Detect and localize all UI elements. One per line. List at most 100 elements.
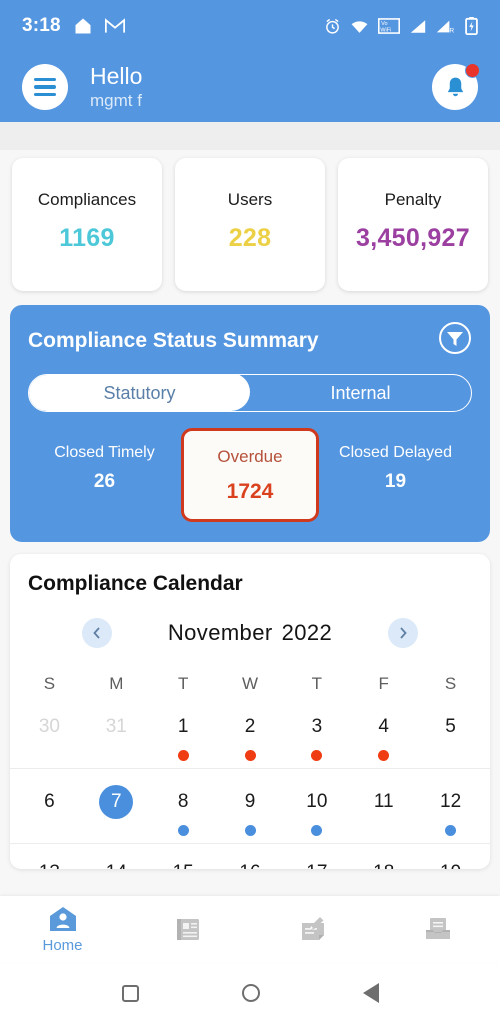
calendar-day-10[interactable]: 10 xyxy=(283,769,350,843)
nav-item-home[interactable]: Home xyxy=(0,904,125,954)
day-number: 5 xyxy=(445,716,456,737)
next-month-button[interactable] xyxy=(388,618,419,648)
scroll-content: Compliances 1169 Users 228 Penalty 3,450… xyxy=(0,150,500,896)
day-number: 30 xyxy=(38,716,60,737)
stat-card-penalty[interactable]: Penalty 3,450,927 xyxy=(338,158,488,291)
calendar-day-14[interactable]: 14 xyxy=(83,844,150,869)
compliance-calendar-card: Compliance Calendar November 2022 S M T … xyxy=(10,554,490,869)
filter-funnel-icon xyxy=(439,322,471,354)
day-dot-empty xyxy=(44,750,55,761)
weekday-3: W xyxy=(241,674,259,693)
day-number: 4 xyxy=(378,716,389,737)
recents-square-icon[interactable] xyxy=(121,984,139,1002)
phone-screen: 3:18 Vo WiFi R Hello mgmt f Compliances … xyxy=(0,0,500,1024)
chevron-left-icon xyxy=(93,627,100,639)
note-edit-icon xyxy=(301,917,324,940)
greeting-block: Hello mgmt f xyxy=(90,63,142,111)
compliance-type-toggle[interactable]: Statutory Internal xyxy=(28,374,472,412)
svg-text:WiFi: WiFi xyxy=(380,28,391,34)
day-number: 12 xyxy=(440,791,462,812)
weekday-0: S xyxy=(43,674,56,693)
signal-roaming-icon: R xyxy=(436,20,454,34)
inbox-tray-icon xyxy=(425,918,450,939)
calendar-day-19[interactable]: 19 xyxy=(417,844,484,869)
calendar-day-11[interactable]: 11 xyxy=(350,769,417,843)
stat-card-users[interactable]: Users 228 xyxy=(175,158,325,291)
day-number: 10 xyxy=(306,791,328,812)
home-circle-icon[interactable] xyxy=(241,984,260,1002)
calendar-day-4[interactable]: 4 xyxy=(350,694,417,768)
hamburger-icon xyxy=(34,77,56,97)
day-dot-empty xyxy=(445,750,456,761)
metric-value: 1724 xyxy=(226,479,274,503)
calendar-day-3[interactable]: 3 xyxy=(283,694,350,768)
calendar-week-row: 30 31 1 2 3 4 5 xyxy=(10,694,490,768)
calendar-day-1[interactable]: 1 xyxy=(150,694,217,768)
summary-title: Compliance Status Summary xyxy=(28,328,319,352)
back-triangle-icon[interactable] xyxy=(362,983,379,1003)
calendar-weekday-headers: SMTWTFS xyxy=(10,674,490,694)
calendar-day-17[interactable]: 17 xyxy=(283,844,350,869)
calendar-day-15[interactable]: 15 xyxy=(150,844,217,869)
calendar-weeks: 303112345678910111213141516171819 xyxy=(10,694,490,869)
metric-closed-delayed: Closed Delayed 19 xyxy=(319,428,472,493)
weekday-1: M xyxy=(109,674,124,693)
calendar-day-16[interactable]: 16 xyxy=(217,844,284,869)
day-number: 11 xyxy=(373,791,394,812)
calendar-month-nav: November 2022 xyxy=(10,618,490,648)
day-dot-red xyxy=(378,750,390,761)
menu-button[interactable] xyxy=(22,64,68,110)
day-number: 17 xyxy=(300,856,334,869)
calendar-day-31[interactable]: 31 xyxy=(83,694,150,768)
nav-item-inbox[interactable] xyxy=(375,914,500,944)
nav-item-edit-note[interactable] xyxy=(250,914,375,944)
battery-charging-icon xyxy=(465,17,478,35)
calendar-day-13[interactable]: 13 xyxy=(16,844,83,869)
day-number: 1 xyxy=(177,716,189,737)
stat-card-compliances[interactable]: Compliances 1169 xyxy=(12,158,162,291)
notifications-button[interactable] xyxy=(432,63,480,110)
calendar-title: Compliance Calendar xyxy=(28,572,243,595)
calendar-week-row: 13 14 15 16 17 18 19 xyxy=(10,843,490,869)
calendar-day-30[interactable]: 30 xyxy=(16,694,83,768)
app-header: Hello mgmt f xyxy=(0,52,500,122)
status-bar-clock: 3:18 xyxy=(22,15,61,36)
calendar-day-5[interactable]: 5 xyxy=(417,694,484,768)
day-dot-empty xyxy=(111,750,122,761)
signal-icon xyxy=(410,19,426,33)
prev-month-button[interactable] xyxy=(81,618,112,648)
alarm-icon xyxy=(326,18,339,34)
notification-badge xyxy=(465,63,480,78)
day-number: 13 xyxy=(32,856,66,869)
metric-closed-timely: Closed Timely 26 xyxy=(28,428,181,493)
day-number: 31 xyxy=(105,716,127,737)
calendar-day-12[interactable]: 12 xyxy=(417,769,484,843)
bottom-navigation: Home xyxy=(0,896,500,962)
calendar-day-8[interactable]: 8 xyxy=(150,769,217,843)
day-number: 6 xyxy=(44,791,55,812)
stat-label: Compliances xyxy=(37,190,137,209)
day-dot-blue xyxy=(244,825,256,836)
nav-item-documents[interactable] xyxy=(125,914,250,944)
home-person-icon xyxy=(49,907,76,931)
svg-text:Vo: Vo xyxy=(381,21,387,27)
calendar-day-7[interactable]: 7 xyxy=(83,769,150,843)
toggle-option-internal[interactable]: Internal xyxy=(250,375,471,411)
metric-overdue[interactable]: Overdue 1724 xyxy=(181,428,319,522)
weekday-4: T xyxy=(311,674,323,693)
wifi-icon xyxy=(351,20,368,33)
calendar-day-9[interactable]: 9 xyxy=(217,769,284,843)
stat-label: Users xyxy=(227,190,273,209)
stat-value: 1169 xyxy=(59,224,115,252)
stat-cards: Compliances 1169 Users 228 Penalty 3,450… xyxy=(0,150,500,291)
nav-label-home: Home xyxy=(42,937,83,954)
compliance-status-summary-panel: Compliance Status Summary Statutory Inte… xyxy=(10,305,490,542)
status-bar-left: 3:18 xyxy=(22,15,125,37)
calendar-day-2[interactable]: 2 xyxy=(217,694,284,768)
calendar-day-6[interactable]: 6 xyxy=(16,769,83,843)
day-dot-red xyxy=(177,750,189,761)
day-number: 19 xyxy=(434,856,468,869)
toggle-option-statutory[interactable]: Statutory xyxy=(29,375,250,411)
calendar-day-18[interactable]: 18 xyxy=(350,844,417,869)
filter-button[interactable] xyxy=(438,321,472,360)
